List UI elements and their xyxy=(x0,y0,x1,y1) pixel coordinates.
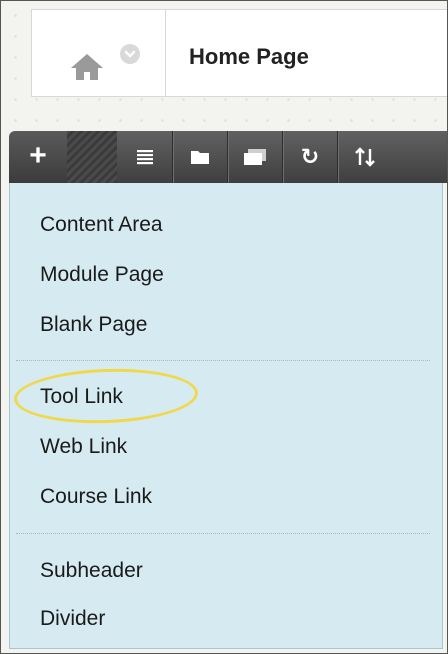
menu-item-content-area[interactable]: Content Area xyxy=(40,213,163,237)
menu-item-course-link[interactable]: Course Link xyxy=(40,485,152,509)
chevron-down-icon[interactable] xyxy=(120,44,140,64)
window-view-button[interactable] xyxy=(227,131,282,183)
course-menu-panel: Home Page + ↻ Content Area Module Page B… xyxy=(0,0,448,654)
reorder-button[interactable] xyxy=(337,131,392,183)
list-view-button[interactable] xyxy=(117,131,172,183)
menu-item-blank-page[interactable]: Blank Page xyxy=(40,313,147,337)
breadcrumb: Home Page xyxy=(31,9,447,97)
home-icon[interactable] xyxy=(68,52,106,82)
page-title: Home Page xyxy=(189,44,309,69)
refresh-icon: ↻ xyxy=(300,144,320,170)
list-icon xyxy=(136,150,153,165)
refresh-button[interactable]: ↻ xyxy=(282,131,337,183)
home-cell xyxy=(32,10,166,96)
add-menu-dropdown: Content Area Module Page Blank Page Tool… xyxy=(9,183,443,649)
window-icon xyxy=(244,149,266,165)
menu-item-module-page[interactable]: Module Page xyxy=(40,263,164,287)
menu-separator xyxy=(16,533,430,534)
menu-separator xyxy=(16,360,430,361)
menu-item-web-link[interactable]: Web Link xyxy=(40,435,127,459)
menu-item-tool-link[interactable]: Tool Link xyxy=(40,385,123,409)
toolbar-handle xyxy=(67,131,117,183)
toolbar-button-group: ↻ xyxy=(117,131,447,183)
folder-icon xyxy=(191,151,209,164)
menu-item-subheader[interactable]: Subheader xyxy=(40,559,143,583)
menu-item-divider[interactable]: Divider xyxy=(40,607,105,631)
folder-view-button[interactable] xyxy=(172,131,227,183)
sort-icon xyxy=(355,147,375,167)
add-menu-item-button[interactable]: + xyxy=(9,131,67,192)
course-menu-toolbar: + ↻ xyxy=(9,131,447,192)
